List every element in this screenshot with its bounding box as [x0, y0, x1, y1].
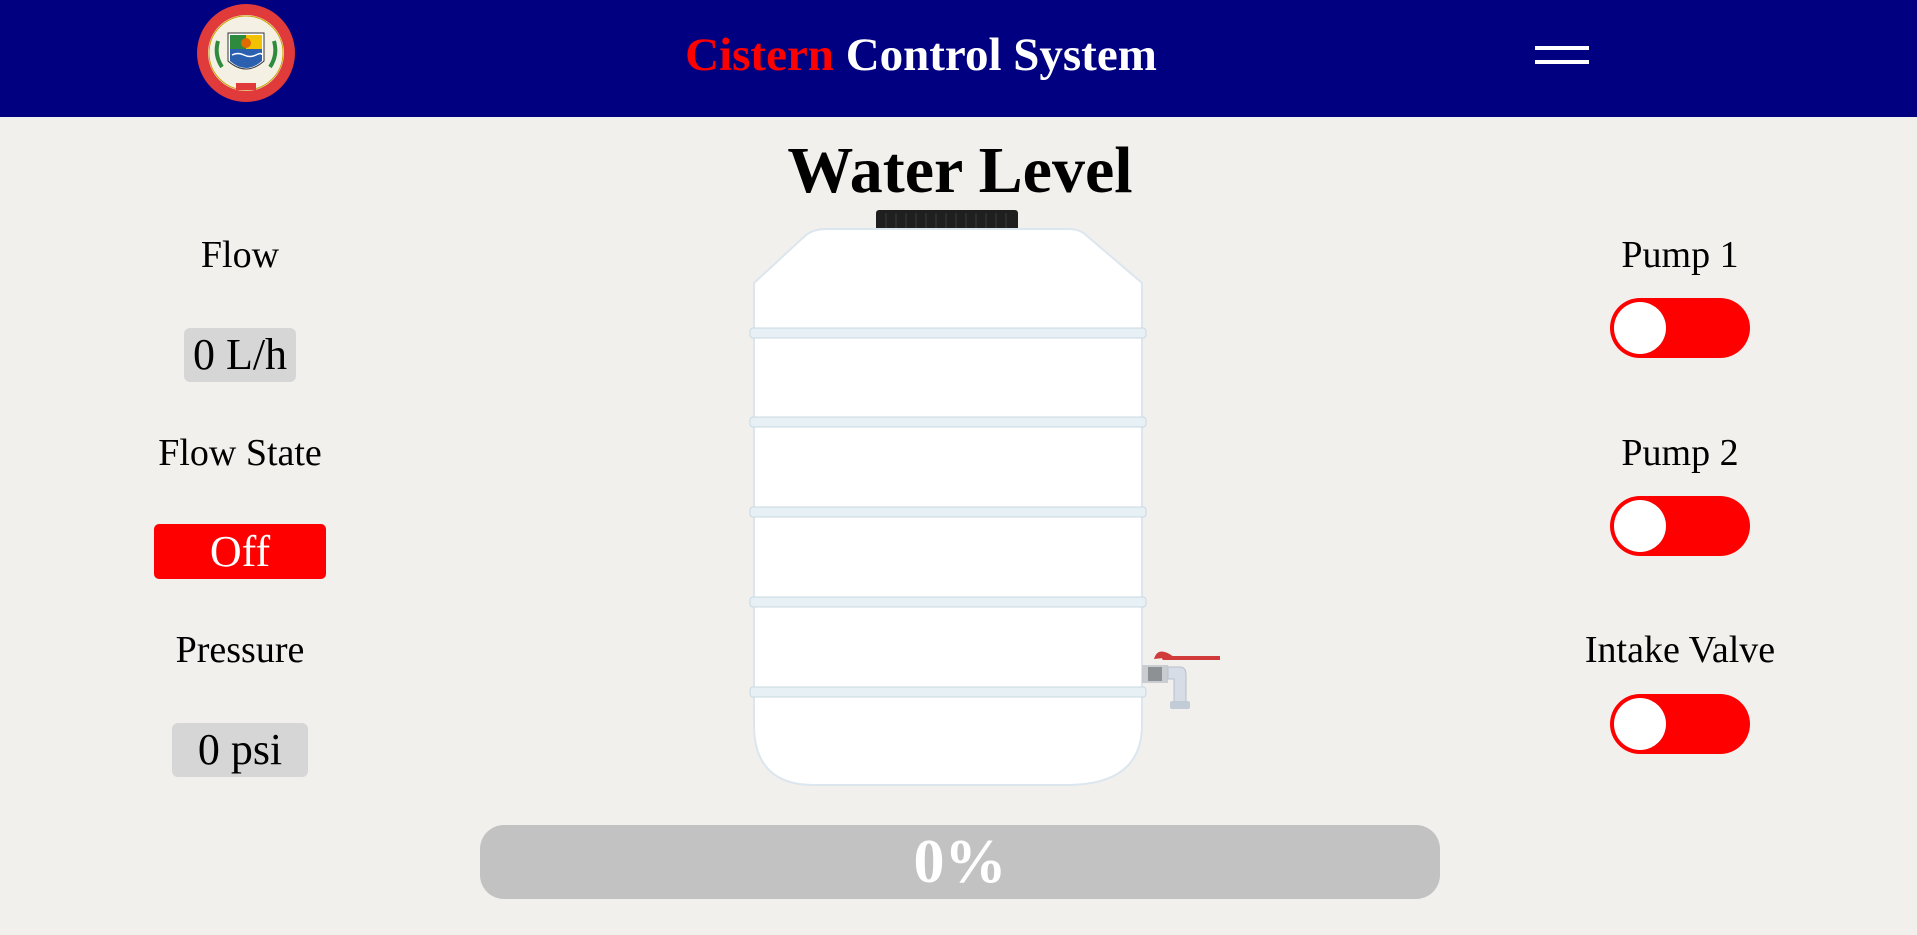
flow-value: 0 L/h: [184, 328, 296, 382]
pump2-toggle[interactable]: [1610, 496, 1750, 556]
menu-bar-top: [1535, 46, 1589, 50]
intake-valve-toggle[interactable]: [1610, 694, 1750, 754]
pressure-label: Pressure: [175, 629, 305, 671]
water-tank-icon: [749, 210, 1220, 786]
page-title: Water Level: [787, 134, 1133, 207]
toggle-knob: [1614, 500, 1666, 552]
toggle-knob: [1614, 698, 1666, 750]
hamburger-icon[interactable]: [1530, 38, 1592, 74]
app-title-rest: Control System: [845, 29, 1157, 81]
menu-bar-bottom: [1535, 60, 1589, 64]
flow-state-badge: Off: [154, 524, 326, 579]
toggle-knob: [1614, 302, 1666, 354]
intake-valve-label: Intake Valve: [1584, 629, 1776, 671]
pump1-toggle[interactable]: [1610, 298, 1750, 358]
pump1-label: Pump 1: [1621, 234, 1739, 276]
flow-label: Flow: [200, 234, 280, 276]
header-bar: Cistern Control System: [0, 0, 1917, 117]
water-level-progress-bar: 0%: [480, 825, 1440, 899]
app-title-accent: Cistern: [685, 29, 834, 81]
water-level-percent: 0%: [913, 828, 1007, 896]
flow-state-label: Flow State: [158, 432, 322, 474]
pressure-value: 0 psi: [172, 723, 308, 777]
pump2-label: Pump 2: [1621, 432, 1739, 474]
